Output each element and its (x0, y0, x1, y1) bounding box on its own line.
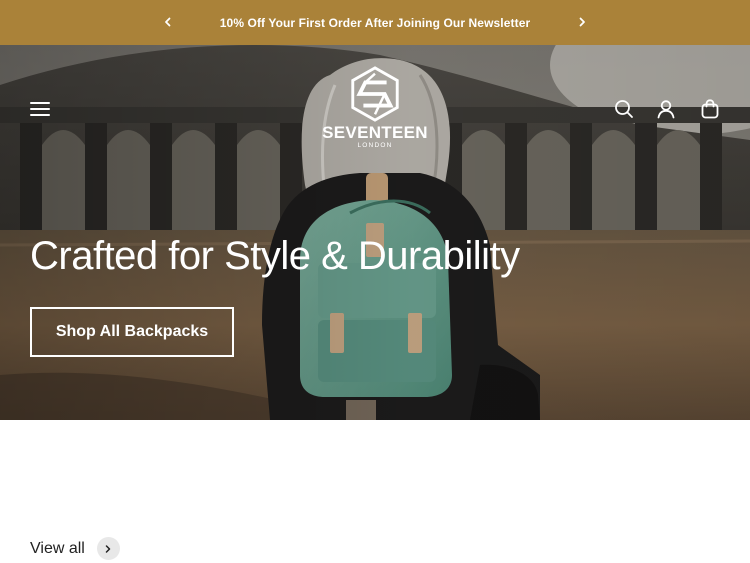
chevron-right-icon (579, 17, 585, 27)
chevron-left-icon (165, 17, 171, 27)
announcement-bar: 10% Off Your First Order After Joining O… (0, 0, 750, 45)
hamburger-menu-icon[interactable] (30, 101, 52, 117)
announcement-message[interactable]: 10% Off Your First Order After Joining O… (220, 16, 530, 30)
logo-wordmark: SEVENTEEN (322, 123, 428, 142)
logo-subtitle: LONDON (357, 142, 393, 149)
chevron-right-icon (106, 544, 111, 553)
announcement-next-button[interactable] (572, 12, 592, 32)
hero-banner: SEVENTEEN LONDON Crafted for Style & Dur… (0, 45, 750, 420)
cart-icon[interactable] (699, 98, 721, 120)
search-icon[interactable] (613, 98, 635, 120)
account-icon[interactable] (655, 98, 677, 120)
view-all-arrow-button[interactable] (96, 537, 120, 560)
view-all-label: View all (30, 539, 85, 557)
shop-all-backpacks-button[interactable]: Shop All Backpacks (30, 307, 234, 357)
site-logo[interactable]: SEVENTEEN LONDON (315, 65, 435, 155)
announcement-prev-button[interactable] (158, 12, 178, 32)
seventeen-logo-icon (351, 66, 399, 122)
view-all-link[interactable]: View all (30, 537, 120, 560)
hero-headline: Crafted for Style & Durability (30, 234, 520, 278)
